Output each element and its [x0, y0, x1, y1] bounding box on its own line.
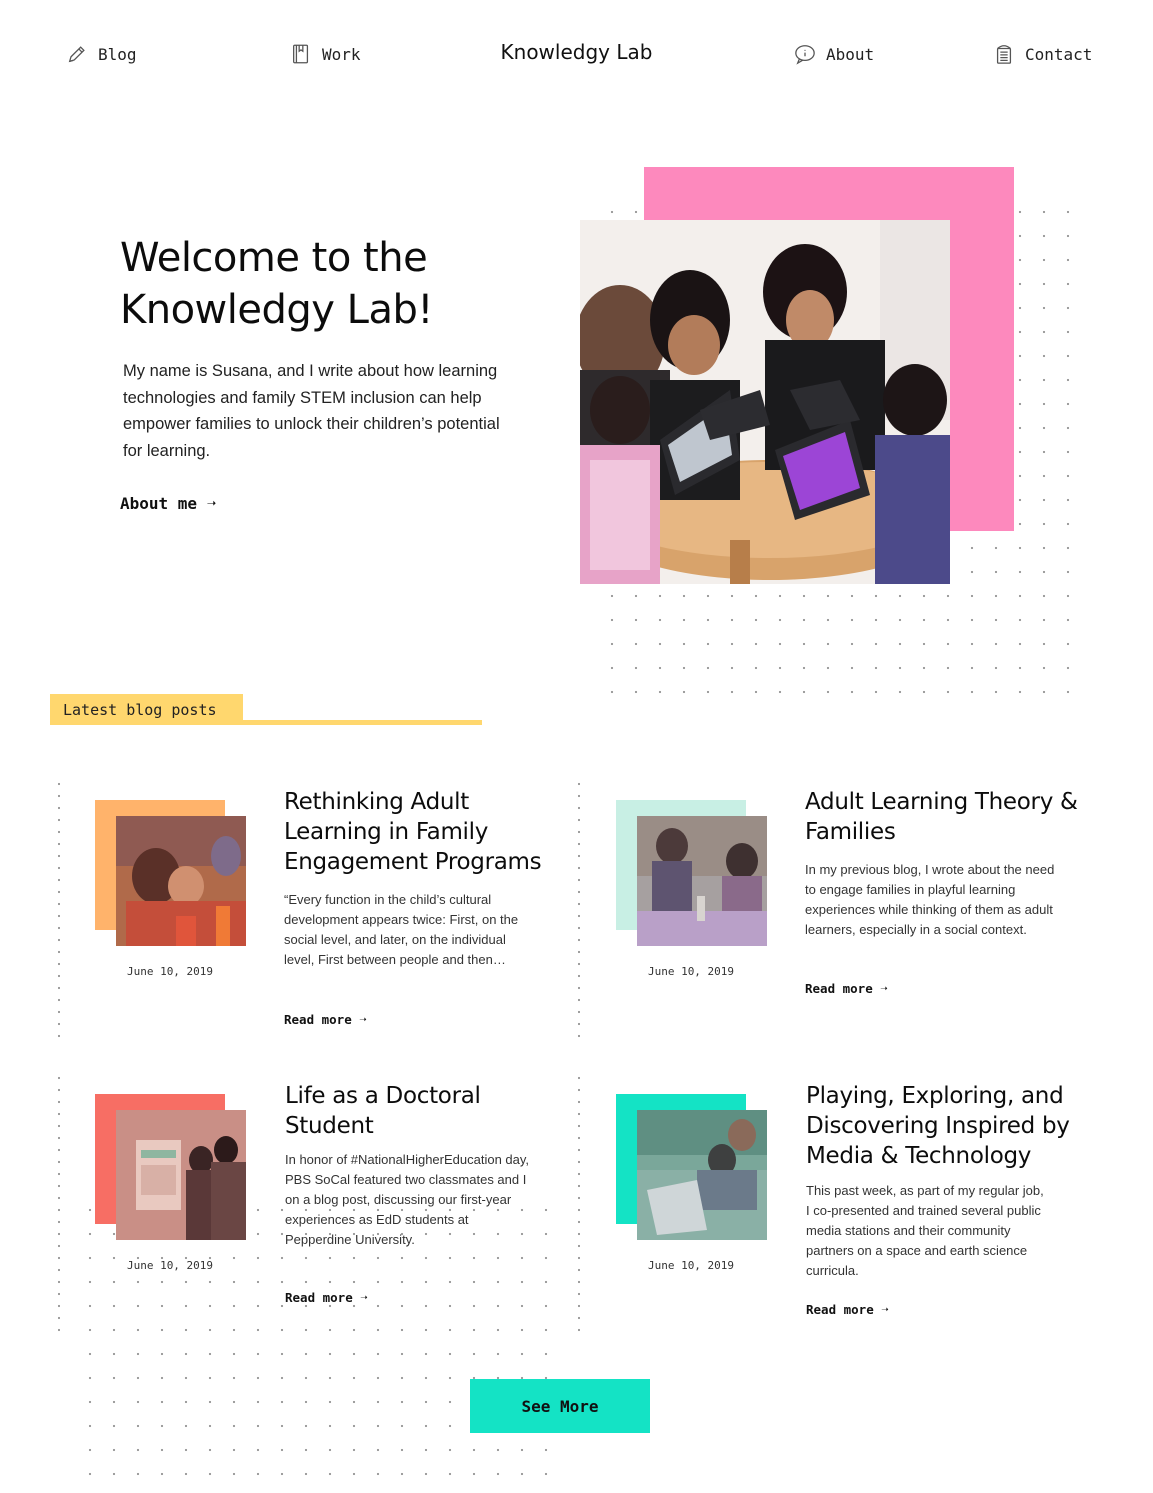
post-date: June 10, 2019	[647, 1259, 735, 1272]
post-thumbnail[interactable]	[116, 1110, 246, 1240]
post-title[interactable]: Rethinking Adult Learning in Family Enga…	[284, 787, 564, 877]
post-excerpt: “Every function in the child’s cultural …	[284, 892, 519, 967]
nav-about-label: About	[826, 44, 875, 64]
post-date: June 10, 2019	[647, 965, 735, 978]
hero-title-line2: Knowledgy Lab!	[120, 287, 433, 333]
divider-left-bottom	[58, 1072, 60, 1334]
see-more-button[interactable]: See More	[470, 1379, 650, 1433]
book-icon	[293, 44, 309, 64]
read-more-link[interactable]: Read more ➝	[285, 1290, 368, 1305]
nav-work-label: Work	[322, 44, 361, 64]
read-more-link[interactable]: Read more ➝	[805, 981, 888, 996]
read-more-link[interactable]: Read more ➝	[284, 1012, 367, 1027]
hero-photo	[580, 220, 950, 584]
latest-posts-tag: Latest blog posts	[50, 694, 243, 725]
divider-mid-bottom	[578, 1072, 580, 1334]
post-thumbnail[interactable]	[116, 816, 246, 946]
nav-contact-label: Contact	[1025, 44, 1093, 64]
pencil-icon	[68, 46, 85, 63]
post-thumbnail[interactable]	[637, 1110, 767, 1240]
divider-mid-top	[578, 778, 580, 1040]
hero-title: Welcome to the Knowledgy Lab!	[120, 232, 540, 336]
nav-blog[interactable]: Blog	[66, 40, 137, 68]
post-excerpt: In honor of #NationalHigherEducation day…	[285, 1152, 530, 1247]
post-excerpt: This past week, as part of my regular jo…	[806, 1183, 1044, 1278]
nav-work[interactable]: Work	[290, 40, 361, 68]
post-date: June 10, 2019	[126, 965, 214, 978]
brand-logo-area: Knowledgy Lab	[0, 40, 1153, 64]
speech-bubble-icon	[795, 45, 815, 65]
post-thumbnail[interactable]	[637, 816, 767, 946]
post-date: June 10, 2019	[126, 1259, 214, 1272]
post-title[interactable]: Adult Learning Theory & Families	[805, 787, 1095, 847]
nav-about[interactable]: About	[794, 40, 874, 68]
divider-left-top	[58, 778, 60, 1040]
read-more-link[interactable]: Read more ➝	[806, 1302, 889, 1317]
post-title[interactable]: Playing, Exploring, and Discovering Insp…	[806, 1081, 1096, 1171]
post-excerpt: In my previous blog, I wrote about the n…	[805, 862, 1055, 937]
post-title[interactable]: Life as a Doctoral Student	[285, 1081, 545, 1141]
nav-contact[interactable]: Contact	[993, 40, 1092, 68]
hero-title-line1: Welcome to the	[120, 235, 428, 281]
about-me-link[interactable]: About me ➝	[120, 494, 216, 513]
mailbox-icon	[996, 45, 1012, 64]
hero-intro-text: My name is Susana, and I write about how…	[123, 362, 500, 460]
nav-blog-label: Blog	[98, 44, 137, 64]
brand-title[interactable]: Knowledgy Lab	[501, 40, 653, 64]
